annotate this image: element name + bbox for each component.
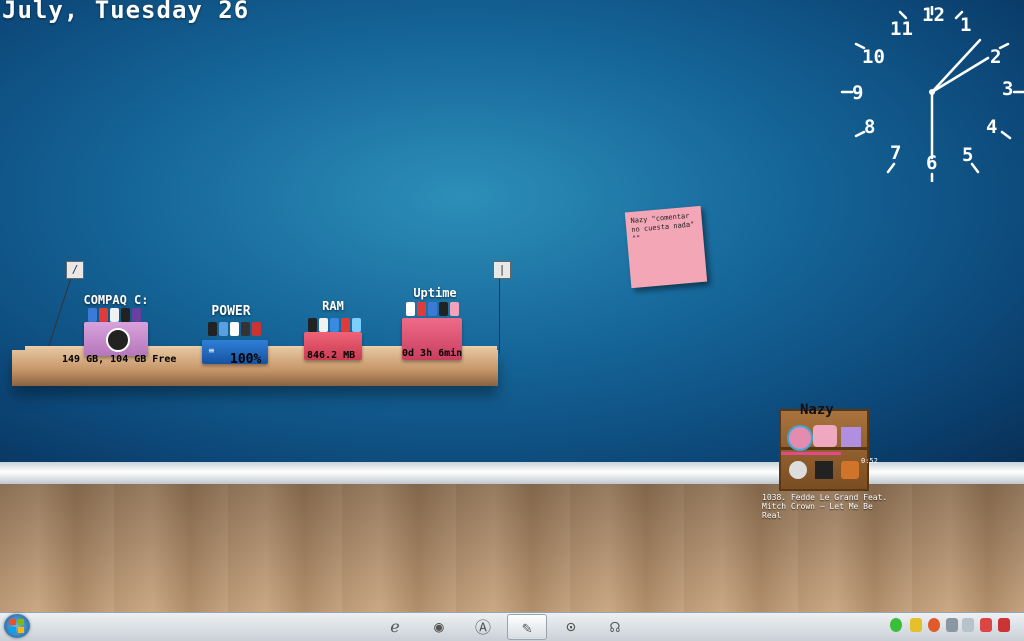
shelf-wire-right — [499, 270, 500, 354]
drive-label: COMPAQ C: — [83, 293, 149, 307]
play-icon[interactable] — [815, 461, 833, 479]
power-value: 100% — [230, 352, 262, 367]
drive-disc-icon — [106, 328, 130, 352]
clock-num-10: 10 — [862, 46, 885, 68]
next-icon[interactable] — [841, 461, 859, 479]
music-shelf-widget[interactable] — [779, 409, 869, 491]
ie-icon[interactable]: ℯ — [382, 614, 408, 638]
clock-num-6: 6 — [926, 152, 938, 174]
tray-display-icon[interactable] — [998, 618, 1010, 632]
prev-icon[interactable] — [789, 461, 807, 479]
tray-app-icon[interactable] — [928, 618, 940, 632]
uptime-box-toys — [406, 302, 459, 318]
analog-clock: 12 1 2 3 4 5 6 7 8 9 10 11 — [834, 4, 1024, 182]
music-title: Nazy — [800, 402, 834, 418]
date-display: July, Tuesday 26 — [2, 0, 250, 24]
power-label: POWER — [211, 304, 251, 319]
uptime-value: 0d 3h 6min — [402, 348, 463, 359]
sticky-note[interactable]: Nazy "comentar no cuesta nada" "" — [624, 205, 708, 289]
tray-power-icon[interactable] — [962, 618, 974, 632]
tools-icon[interactable]: ✎ — [507, 614, 547, 640]
media-player-icon[interactable]: ⊙ — [558, 614, 584, 638]
drive-box[interactable] — [84, 322, 148, 356]
clock-num-9: 9 — [852, 82, 864, 104]
tray-folder-icon[interactable] — [910, 618, 922, 632]
power-box-toys — [208, 322, 261, 338]
character-icon — [813, 425, 837, 447]
windows-logo-icon — [10, 619, 24, 633]
music-time: 0:52 — [861, 457, 878, 465]
tray-flag-icon[interactable] — [980, 618, 992, 632]
chrome-icon[interactable]: ◉ — [426, 614, 452, 638]
clock-num-7: 7 — [890, 142, 902, 164]
album-art-icon — [787, 425, 813, 451]
tray-network-icon[interactable] — [890, 618, 902, 632]
drive-value: 149 GB, 104 GB Free — [62, 354, 177, 365]
app-a-icon[interactable]: Ⓐ — [470, 614, 496, 638]
clock-num-5: 5 — [962, 144, 974, 166]
start-button[interactable] — [4, 614, 30, 638]
uptime-label: Uptime — [413, 286, 457, 300]
clock-num-4: 4 — [986, 116, 998, 138]
clock-num-1: 1 — [960, 14, 972, 36]
clock-num-3: 3 — [1002, 78, 1014, 100]
ram-value: 846.2 MB — [307, 350, 356, 361]
baseboard — [0, 462, 1024, 484]
cover-art-icon — [841, 427, 861, 447]
music-track: 1038. Fedde Le Grand Feat. Mitch Crown –… — [762, 493, 888, 520]
clock-num-8: 8 — [864, 116, 876, 138]
clock-num-12: 12 — [922, 4, 945, 26]
tray-volume-icon[interactable] — [946, 618, 958, 632]
progress-bar[interactable] — [781, 452, 841, 455]
hanger-left: / — [66, 261, 84, 279]
clock-num-11: 11 — [890, 18, 913, 40]
hanger-right: | — [493, 261, 511, 279]
clock-num-2: 2 — [990, 46, 1002, 68]
stripes-logo-icon: ≡ — [208, 346, 215, 355]
ram-label: RAM — [322, 299, 344, 313]
headphones-icon[interactable]: ☊ — [602, 614, 628, 638]
